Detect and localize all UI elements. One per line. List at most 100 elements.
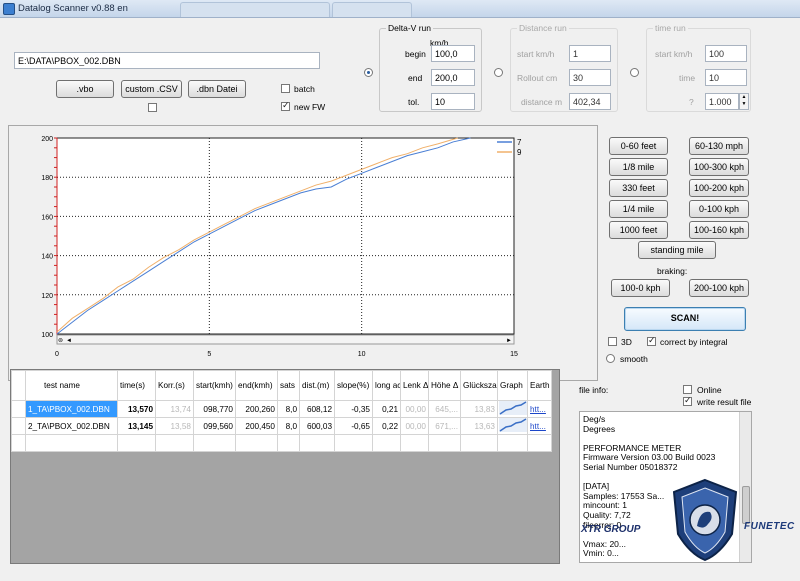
preset-button-right-3[interactable]: 0-100 kph	[689, 200, 749, 218]
dbn-file-button[interactable]: .dbn Datei	[188, 80, 246, 98]
distance-run-radio[interactable]	[494, 68, 503, 77]
graph-thumbnail-icon[interactable]	[497, 417, 528, 435]
preset-button-left-1[interactable]: 1/8 mile	[609, 158, 668, 176]
dist-start-input[interactable]	[569, 45, 611, 62]
column-header[interactable]: slope(%)	[334, 370, 373, 401]
table-cell[interactable]: 00,00	[400, 417, 429, 435]
begin-input[interactable]	[431, 45, 475, 62]
batch-checkbox[interactable]	[281, 84, 290, 93]
preset-button-left-4[interactable]: 1000 feet	[609, 221, 668, 239]
column-header[interactable]: Korr.(s)	[155, 370, 194, 401]
table-cell[interactable]: 200,260	[235, 400, 278, 418]
standing-mile-button[interactable]: standing mile	[638, 241, 716, 259]
table-cell[interactable]	[235, 434, 278, 452]
table-cell[interactable]: 8,0	[277, 417, 300, 435]
column-header[interactable]: Höhe Δ abs	[428, 370, 461, 401]
column-header[interactable]: sats	[277, 370, 300, 401]
table-cell[interactable]: 671,...	[428, 417, 461, 435]
spinner-arrows-icon[interactable]: ▲ ▼	[739, 93, 749, 110]
table-cell[interactable]	[400, 434, 429, 452]
column-header[interactable]: Glücksza	[460, 370, 498, 401]
time-start-input[interactable]	[705, 45, 747, 62]
column-header[interactable]: Lenk Δ	[400, 370, 429, 401]
preset-button-left-0[interactable]: 0-60 feet	[609, 137, 668, 155]
time-input[interactable]	[705, 69, 747, 86]
column-header[interactable]: Earth	[527, 370, 552, 401]
table-cell[interactable]	[527, 434, 552, 452]
distance-input[interactable]	[569, 93, 611, 110]
braking-100-0-button[interactable]: 100-0 kph	[611, 279, 670, 297]
file-path-input[interactable]	[14, 52, 320, 69]
table-cell[interactable]: htt...	[527, 417, 552, 435]
time-run-radio[interactable]	[630, 68, 639, 77]
3d-checkbox[interactable]	[608, 337, 617, 346]
column-header[interactable]: start(kmh)	[193, 370, 236, 401]
table-cell[interactable]: 13,570	[117, 400, 156, 418]
table-cell[interactable]: 13,83	[460, 400, 498, 418]
column-header[interactable]: end(kmh)	[235, 370, 278, 401]
delta-v-radio[interactable]	[364, 68, 373, 77]
scan-button[interactable]: SCAN!	[624, 307, 746, 331]
csv-option-checkbox[interactable]	[148, 103, 157, 112]
column-header[interactable]: dist.(m)	[299, 370, 335, 401]
smooth-radio[interactable]	[606, 354, 615, 363]
table-cell[interactable]	[277, 434, 300, 452]
table-cell[interactable]: 13,74	[155, 400, 194, 418]
table-cell[interactable]	[372, 434, 401, 452]
preset-button-left-2[interactable]: 330 feet	[609, 179, 668, 197]
table-cell[interactable]	[428, 434, 461, 452]
preset-button-right-1[interactable]: 100-300 kph	[689, 158, 749, 176]
new-fw-checkbox[interactable]	[281, 100, 290, 111]
table-cell[interactable]: 8,0	[277, 400, 300, 418]
table-row[interactable]: 2_TA\PBOX_002.DBN 13,145 13,58 099,560 200,4…	[11, 417, 552, 435]
table-cell[interactable]	[25, 434, 118, 452]
custom-csv-button[interactable]: custom .CSV	[121, 80, 182, 98]
table-cell[interactable]: 13,63	[460, 417, 498, 435]
file-info-scrollbar[interactable]	[739, 412, 751, 562]
correct-by-integral-checkbox[interactable]	[647, 335, 656, 346]
table-cell[interactable]	[334, 434, 373, 452]
preset-button-right-4[interactable]: 100-160 kph	[689, 221, 749, 239]
table-row[interactable]	[11, 434, 552, 452]
table-cell[interactable]	[299, 434, 335, 452]
online-checkbox[interactable]	[683, 385, 692, 394]
column-header[interactable]: long acc.(g	[372, 370, 401, 401]
graph-thumbnail-icon[interactable]	[497, 400, 528, 418]
table-cell[interactable]: 608,12	[299, 400, 335, 418]
table-cell[interactable]: htt...	[527, 400, 552, 418]
table-cell[interactable]: 13,58	[155, 417, 194, 435]
table-cell[interactable]: 13,145	[117, 417, 156, 435]
table-cell[interactable]: -0,35	[334, 400, 373, 418]
table-cell[interactable]: 099,560	[193, 417, 236, 435]
write-result-checkbox[interactable]	[683, 395, 692, 406]
table-cell[interactable]: -0,65	[334, 417, 373, 435]
column-header[interactable]: Graph	[497, 370, 528, 401]
table-cell[interactable]: 0,22	[372, 417, 401, 435]
column-header[interactable]: test name	[25, 370, 118, 401]
braking-200-100-button[interactable]: 200-100 kph	[689, 279, 749, 297]
end-input[interactable]	[431, 69, 475, 86]
table-cell[interactable]	[497, 434, 528, 452]
table-cell[interactable]: 645,...	[428, 400, 461, 418]
table-cell[interactable]: 0,21	[372, 400, 401, 418]
table-cell[interactable]	[117, 434, 156, 452]
table-cell[interactable]	[193, 434, 236, 452]
preset-button-left-3[interactable]: 1/4 mile	[609, 200, 668, 218]
table-cell[interactable]: 200,450	[235, 417, 278, 435]
row-header[interactable]	[11, 400, 26, 418]
preset-button-right-2[interactable]: 100-200 kph	[689, 179, 749, 197]
table-row[interactable]: 1_TA\PBOX_002.DBN 13,570 13,74 098,770 200,2…	[11, 400, 552, 418]
row-header[interactable]	[11, 434, 26, 452]
table-cell[interactable]: 600,03	[299, 417, 335, 435]
row-header[interactable]	[11, 417, 26, 435]
table-cell[interactable]: 1_TA\PBOX_002.DBN	[25, 400, 118, 418]
table-cell[interactable]	[155, 434, 194, 452]
tol-input[interactable]	[431, 93, 475, 110]
column-header[interactable]: time(s)	[117, 370, 156, 401]
table-cell[interactable]: 2_TA\PBOX_002.DBN	[25, 417, 118, 435]
table-cell[interactable]: 00,00	[400, 400, 429, 418]
scrollbar-thumb[interactable]	[742, 486, 750, 524]
table-cell[interactable]	[460, 434, 498, 452]
file-info-textbox[interactable]: Deg/s Degrees PERFORMANCE METER Firmware Ve…	[579, 411, 752, 563]
vbo-button[interactable]: .vbo	[56, 80, 114, 98]
